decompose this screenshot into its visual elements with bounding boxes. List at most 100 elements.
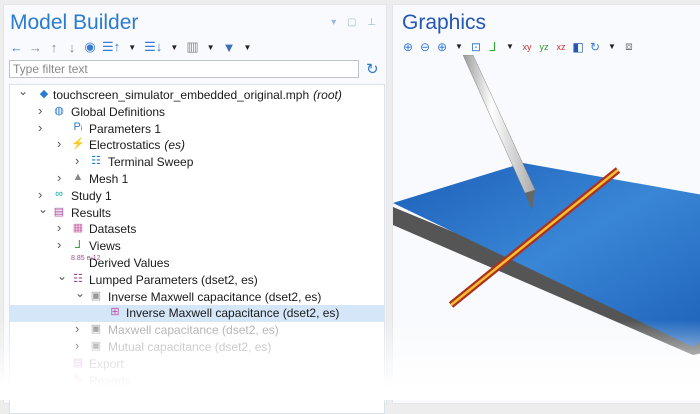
parameters-icon: Pᵢ bbox=[73, 120, 83, 133]
chevron-right-icon[interactable]: › bbox=[38, 120, 42, 135]
back-arrow-icon[interactable]: ← bbox=[10, 40, 23, 55]
expand-icon[interactable]: ☰↓ bbox=[144, 39, 162, 55]
electrostatics-icon: ⚡ bbox=[71, 138, 85, 151]
forward-arrow-icon[interactable]: → bbox=[29, 40, 42, 55]
tree-item-label: Results bbox=[71, 205, 112, 220]
datasets-icon: ▦ bbox=[72, 222, 84, 235]
tree-item-label: Lumped Parameters (dset2, es) bbox=[89, 272, 258, 287]
panel-title: Model Builder bbox=[10, 11, 139, 34]
axes-icon[interactable]: ⅃ bbox=[487, 40, 499, 54]
model-builder-toolbar: ← → ↑ ↓ ◉ ☰↑ ▼ ☰↓ ▼ ▥ ▼ ▼ ▼ bbox=[10, 39, 253, 55]
tree-item[interactable]: ✎ Reports bbox=[10, 373, 384, 390]
camera-icon[interactable]: ◧ bbox=[572, 40, 584, 54]
chevron-right-icon[interactable]: › bbox=[57, 220, 61, 235]
model-tree: ⌄ ◆ touchscreen_simulator_embedded_origina… bbox=[9, 84, 385, 414]
tree-item[interactable]: › ∞ Study 1 bbox=[10, 187, 384, 205]
move-down-icon[interactable]: ↓ bbox=[66, 40, 78, 55]
tree-item[interactable]: › ⅃ Views bbox=[10, 237, 384, 255]
chevron-down-icon[interactable]: ▼ bbox=[168, 43, 180, 52]
tree-item[interactable]: ⌄ ▣ Inverse Maxwell capacitance (dset2, es… bbox=[10, 286, 384, 306]
terminal-sweep-icon: ☷ bbox=[91, 155, 101, 168]
refresh-icon[interactable]: ↻ bbox=[366, 60, 379, 78]
chevron-down-icon[interactable]: ▼ bbox=[205, 43, 217, 52]
chevron-right-icon[interactable]: › bbox=[57, 237, 61, 252]
table-icon: ⊞ bbox=[110, 306, 120, 319]
chevron-right-icon[interactable]: › bbox=[38, 187, 42, 202]
graphics-toolbar: ⊕ ⊖ ⊕ ▼ ⊡ ⅃ ▼ xy yz xz ◧ ↻ ▼ ⧈ bbox=[402, 39, 635, 54]
tree-item[interactable]: › ◍ Global Definitions bbox=[10, 103, 384, 121]
chevron-down-icon[interactable]: ⌄ bbox=[75, 286, 85, 300]
table-group-icon: ▣ bbox=[90, 340, 102, 352]
tree-item[interactable]: ⊞ Inverse Maxwell capacitance (dset2, es) bbox=[10, 305, 384, 323]
show-icon[interactable]: ◉ bbox=[84, 39, 96, 55]
xz-view-icon[interactable]: xz bbox=[555, 42, 567, 52]
chevron-right-icon[interactable]: › bbox=[75, 338, 79, 353]
table-group-icon: ▣ bbox=[90, 323, 102, 336]
zoom-in-icon[interactable]: ⊕ bbox=[402, 40, 414, 54]
touchscreen-plate bbox=[393, 163, 700, 347]
yz-view-icon[interactable]: yz bbox=[538, 42, 550, 52]
study-icon: ∞ bbox=[55, 187, 63, 200]
chevron-right-icon[interactable]: › bbox=[57, 136, 61, 151]
globe-icon: ◍ bbox=[54, 104, 64, 117]
collapse-icon[interactable]: ☰↑ bbox=[102, 39, 120, 55]
chevron-down-icon[interactable]: ▼ bbox=[606, 42, 618, 51]
tree-item[interactable]: › ▣ Mutual capacitance (dset2, es) bbox=[10, 338, 384, 356]
tree-item-label: Maxwell capacitance (dset2, es) bbox=[108, 323, 279, 338]
tree-item[interactable]: › ▣ Maxwell capacitance (dset2, es) bbox=[10, 321, 384, 339]
rotate-icon[interactable]: ↻ bbox=[589, 40, 601, 54]
mesh-icon: ▲ bbox=[72, 171, 84, 183]
tree-item-label: Views bbox=[89, 239, 121, 254]
tree-item[interactable]: › ▦ Datasets bbox=[10, 220, 384, 238]
tree-item[interactable]: › ▲ Mesh 1 bbox=[10, 170, 384, 188]
tree-item-label: touchscreen_simulator_embedded_original.… bbox=[53, 88, 310, 102]
move-up-icon[interactable]: ↑ bbox=[48, 40, 60, 55]
tree-item[interactable]: ⌄ ☷ Lumped Parameters (dset2, es) bbox=[10, 269, 384, 289]
xy-view-icon[interactable]: xy bbox=[521, 42, 533, 52]
chevron-right-icon[interactable]: › bbox=[38, 103, 42, 118]
tree-item[interactable]: › ☷ Terminal Sweep bbox=[10, 153, 384, 171]
chevron-down-icon[interactable]: ⌄ bbox=[38, 202, 48, 216]
zoom-out-icon[interactable]: ⊖ bbox=[419, 40, 431, 54]
columns-icon[interactable]: ▥ bbox=[186, 39, 198, 55]
tree-item-suffix: (root) bbox=[313, 88, 342, 102]
chevron-down-icon[interactable]: ▼ bbox=[241, 43, 253, 52]
filter-icon[interactable]: ▼ bbox=[223, 40, 236, 55]
chevron-down-icon[interactable]: ▼ bbox=[126, 43, 138, 52]
tree-item[interactable]: › Pᵢ Parameters 1 bbox=[10, 120, 384, 138]
tree-item-label: Study 1 bbox=[71, 188, 112, 203]
filter-input[interactable] bbox=[9, 60, 359, 78]
chevron-down-icon[interactable]: ⌄ bbox=[18, 84, 28, 98]
export-icon: ▤ bbox=[72, 356, 84, 369]
tree-item-label: Mesh 1 bbox=[89, 172, 129, 186]
graphics-canvas[interactable] bbox=[393, 55, 700, 404]
tree-item-label: Datasets bbox=[89, 222, 137, 237]
zoom-extents-icon[interactable]: ⊡ bbox=[470, 40, 482, 54]
chevron-right-icon[interactable]: › bbox=[75, 153, 79, 168]
tree-item[interactable]: ⌄ ▤ Results bbox=[10, 202, 384, 222]
chevron-down-icon[interactable]: ▼ bbox=[504, 42, 516, 51]
chevron-down-icon[interactable]: ▼ bbox=[453, 42, 465, 51]
tree-item-label: Global Definitions bbox=[71, 104, 166, 119]
derived-values-icon: 8.85 e-12 bbox=[71, 255, 101, 262]
chevron-right-icon[interactable]: › bbox=[75, 321, 79, 336]
chevron-right-icon[interactable]: › bbox=[57, 170, 61, 185]
results-icon: ▤ bbox=[53, 205, 65, 218]
tree-item-label: Electrostatics bbox=[89, 138, 161, 153]
tree-item[interactable]: ⌄ ◆ touchscreen_simulator_embedded_origina… bbox=[10, 84, 384, 104]
lumped-parameters-icon: ☷ bbox=[73, 272, 83, 285]
tree-item[interactable]: ▤ Export bbox=[10, 356, 384, 373]
table-group-icon: ▣ bbox=[90, 289, 102, 302]
tree-item[interactable]: › ⚡ Electrostatics (es) bbox=[10, 136, 384, 154]
tree-item-label: Reports bbox=[89, 373, 132, 388]
model-icon: ◆ bbox=[39, 88, 49, 100]
tree-item-label: Mutual capacitance (dset2, es) bbox=[108, 340, 272, 354]
reports-icon: ✎ bbox=[73, 373, 83, 386]
wireframe-icon[interactable]: ⧈ bbox=[623, 39, 635, 54]
tree-item-label: Inverse Maxwell capacitance (dset2, es) bbox=[126, 306, 340, 321]
tree-item-label: Derived Values bbox=[89, 256, 170, 270]
window-controls[interactable]: ▾ ▢ ⊥ bbox=[331, 17, 380, 28]
tree-item-label: Terminal Sweep bbox=[108, 155, 194, 170]
chevron-down-icon[interactable]: ⌄ bbox=[57, 269, 67, 283]
zoom-box-icon[interactable]: ⊕ bbox=[436, 40, 448, 54]
